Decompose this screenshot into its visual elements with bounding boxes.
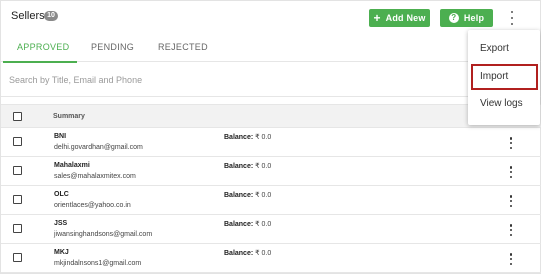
page-title: Sellers (11, 10, 45, 22)
row-menu-icon[interactable] (507, 253, 515, 265)
row-checkbox[interactable] (13, 166, 22, 175)
seller-email: delhi.govardhan@gmail.com (54, 144, 143, 151)
tab-approved[interactable]: APPROVED (17, 42, 69, 52)
more-options-menu: Export Import View logs (468, 30, 540, 125)
row-checkbox[interactable] (13, 137, 22, 146)
row-checkbox[interactable] (13, 253, 22, 262)
table-row[interactable]: MKJ mkjindalnsons1@gmail.com Balance: ₹ … (1, 244, 541, 273)
header: Sellers 10 + Add New ? Help (1, 1, 541, 33)
table-row[interactable]: BNI delhi.govardhan@gmail.com Balance: ₹… (1, 128, 541, 157)
seller-balance: Balance: ₹ 0.0 (224, 220, 271, 228)
sellers-panel: Sellers 10 + Add New ? Help APPROVED PEN… (0, 0, 541, 274)
table-row[interactable]: Mahalaxmi sales@mahalaxmitex.com Balance… (1, 157, 541, 186)
menu-item-view-logs[interactable]: View logs (468, 91, 540, 117)
table-row[interactable]: JSS jiwansinghandsons@gmail.com Balance:… (1, 215, 541, 244)
tab-pending[interactable]: PENDING (91, 42, 134, 52)
table-header: Summary (1, 104, 541, 128)
more-options-icon[interactable] (506, 11, 518, 25)
seller-name: Mahalaxmi (54, 162, 90, 169)
seller-balance: Balance: ₹ 0.0 (224, 133, 271, 141)
help-label: Help (463, 13, 485, 23)
row-checkbox[interactable] (13, 224, 22, 233)
tab-rejected[interactable]: REJECTED (158, 42, 208, 52)
balance-value: ₹ 0.0 (255, 192, 272, 199)
row-menu-icon[interactable] (507, 166, 515, 178)
row-menu-icon[interactable] (507, 137, 515, 149)
search-input[interactable] (9, 73, 449, 87)
column-summary: Summary (53, 113, 85, 120)
balance-value: ₹ 0.0 (255, 163, 272, 170)
count-badge: 10 (44, 11, 58, 21)
seller-email: mkjindalnsons1@gmail.com (54, 260, 142, 267)
row-checkbox[interactable] (13, 195, 22, 204)
balance-label: Balance: (224, 192, 254, 199)
balance-value: ₹ 0.0 (255, 134, 272, 141)
balance-label: Balance: (224, 221, 254, 228)
balance-label: Balance: (224, 250, 254, 257)
add-new-label: Add New (385, 13, 426, 23)
seller-name: MKJ (54, 249, 69, 256)
menu-item-label: Export (480, 43, 509, 54)
plus-icon: + (373, 10, 381, 25)
seller-email: orientlaces@yahoo.co.in (54, 202, 131, 209)
seller-name: OLC (54, 191, 69, 198)
balance-value: ₹ 0.0 (255, 221, 272, 228)
add-new-button[interactable]: + Add New (369, 9, 430, 27)
menu-item-label: View logs (480, 98, 523, 109)
balance-label: Balance: (224, 163, 254, 170)
balance-value: ₹ 0.0 (255, 250, 272, 257)
row-menu-icon[interactable] (507, 195, 515, 207)
seller-balance: Balance: ₹ 0.0 (224, 162, 271, 170)
highlight-box (471, 64, 538, 90)
search-bar (1, 63, 541, 97)
seller-email: jiwansinghandsons@gmail.com (54, 231, 153, 238)
seller-balance: Balance: ₹ 0.0 (224, 191, 271, 199)
seller-balance: Balance: ₹ 0.0 (224, 249, 271, 257)
balance-label: Balance: (224, 134, 254, 141)
help-button[interactable]: ? Help (440, 9, 493, 27)
tab-bar: APPROVED PENDING REJECTED (1, 33, 541, 63)
seller-name: JSS (54, 220, 68, 227)
seller-name: BNI (54, 133, 67, 140)
seller-list: BNI delhi.govardhan@gmail.com Balance: ₹… (1, 128, 541, 273)
question-icon: ? (448, 13, 459, 23)
row-menu-icon[interactable] (507, 224, 515, 236)
seller-email: sales@mahalaxmitex.com (54, 173, 136, 180)
select-all-checkbox[interactable] (13, 112, 22, 121)
table-row[interactable]: OLC orientlaces@yahoo.co.in Balance: ₹ 0… (1, 186, 541, 215)
menu-item-export[interactable]: Export (468, 36, 540, 62)
